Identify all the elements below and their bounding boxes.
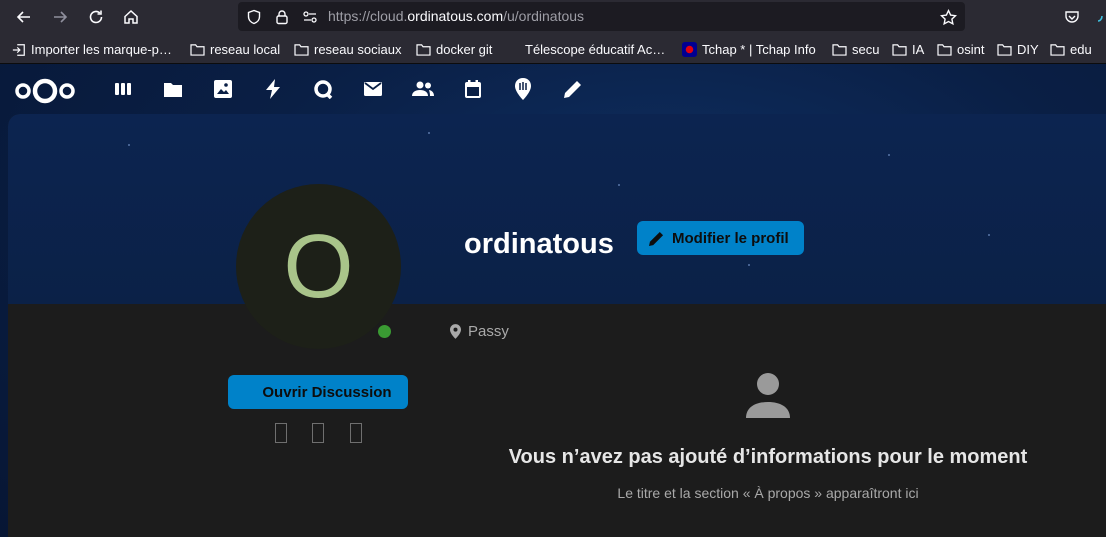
- url-path: /u/ordinatous: [503, 8, 585, 24]
- url-bar[interactable]: https://cloud.ordinatous.com/u/ordinatou…: [238, 2, 965, 31]
- bookmark-label: secu: [852, 42, 880, 57]
- profile-action-1[interactable]: [275, 423, 287, 443]
- avatar: O: [236, 184, 401, 349]
- bookmark-folder-ia[interactable]: IA: [892, 41, 924, 58]
- folder-icon: [892, 44, 907, 56]
- bookmark-label: Importer les marque-p…: [31, 42, 172, 57]
- reload-icon: [89, 10, 103, 24]
- nextcloud-logo-icon: [15, 78, 75, 104]
- talk-icon[interactable]: [312, 78, 334, 100]
- nextcloud-logo[interactable]: [14, 78, 76, 109]
- lock-icon[interactable]: [272, 7, 292, 27]
- bookmark-folder-secu[interactable]: secu: [832, 41, 879, 58]
- maps-icon[interactable]: [512, 78, 534, 100]
- location-text: Passy: [468, 323, 509, 340]
- notes-icon[interactable]: [562, 78, 584, 100]
- folder-icon: [997, 44, 1012, 56]
- shield-icon[interactable]: [244, 7, 264, 27]
- profile-body: [8, 304, 1106, 537]
- folder-icon: [937, 44, 952, 56]
- extension-button[interactable]: [1090, 5, 1106, 29]
- calendar-icon[interactable]: [462, 78, 484, 100]
- url-text[interactable]: https://cloud.ordinatous.com/u/ordinatou…: [328, 8, 584, 24]
- bookmark-star-icon[interactable]: [938, 7, 958, 27]
- bookmark-folder-docker-git[interactable]: docker git: [416, 41, 492, 58]
- bookmark-label: DIY: [1017, 42, 1039, 57]
- star: [428, 132, 430, 134]
- dashboard-icon[interactable]: [112, 78, 134, 100]
- back-button[interactable]: [12, 5, 36, 29]
- star: [988, 234, 990, 236]
- bookmark-tchap[interactable]: Tchap * | Tchap Info: [682, 41, 816, 58]
- bookmark-label: reseau sociaux: [314, 42, 402, 57]
- bookmark-folder-reseau-local[interactable]: reseau local: [190, 41, 280, 58]
- reload-button[interactable]: [84, 5, 108, 29]
- folder-icon: [190, 44, 205, 56]
- avatar-letter: O: [283, 216, 354, 317]
- profile-action-3[interactable]: [350, 423, 362, 443]
- import-icon: [12, 43, 25, 56]
- bookmark-label: Télescope éducatif Ac…: [525, 42, 666, 57]
- bookmark-label: IA: [912, 42, 925, 57]
- profile-banner: [8, 114, 1106, 304]
- forward-button[interactable]: [48, 5, 72, 29]
- url-prefix: https://cloud.: [328, 8, 408, 24]
- edit-profile-label: Modifier le profil: [672, 229, 789, 247]
- star: [888, 154, 890, 156]
- profile-username: ordinatous: [464, 228, 614, 260]
- permissions-icon[interactable]: [300, 7, 320, 27]
- tchap-icon: [682, 42, 697, 57]
- activity-icon[interactable]: [262, 78, 284, 100]
- pocket-icon: [1065, 11, 1079, 23]
- star: [748, 264, 750, 266]
- bookmark-label: edu: [1070, 42, 1092, 57]
- folder-icon: [416, 44, 431, 56]
- forward-arrow-icon: [54, 11, 68, 23]
- pocket-button[interactable]: [1060, 5, 1084, 29]
- open-chat-label: Ouvrir Discussion: [262, 383, 392, 401]
- profile-panel: [8, 114, 1106, 537]
- edit-profile-button[interactable]: Modifier le profil: [637, 221, 804, 255]
- empty-state-title: Vous n’avez pas ajouté d’informations po…: [508, 446, 1028, 468]
- open-chat-button[interactable]: Ouvrir Discussion: [228, 375, 408, 409]
- bookmark-folder-reseau-sociaux[interactable]: reseau sociaux: [294, 41, 401, 58]
- back-arrow-icon: [16, 11, 30, 23]
- bookmarks-bar: Importer les marque-p… reseau local rese…: [0, 34, 1106, 64]
- home-icon: [124, 9, 138, 24]
- bookmark-label: reseau local: [210, 42, 281, 57]
- folder-icon: [294, 44, 309, 56]
- empty-state-description: Le titre et la section « À propos » appa…: [617, 485, 919, 501]
- profile-location: Passy: [450, 323, 509, 340]
- home-button[interactable]: [119, 5, 143, 29]
- extension-icon: [1097, 15, 1103, 22]
- profile-action-2[interactable]: [312, 423, 324, 443]
- star: [618, 184, 620, 186]
- star: [128, 144, 130, 146]
- bookmark-import[interactable]: Importer les marque-p…: [12, 41, 172, 58]
- bookmark-folder-osint[interactable]: osint: [937, 41, 984, 58]
- browser-toolbar: https://cloud.ordinatous.com/u/ordinatou…: [0, 0, 1106, 34]
- pencil-icon: [649, 231, 664, 246]
- status-online-indicator: [376, 323, 393, 340]
- folder-icon: [1050, 44, 1065, 56]
- bookmark-folder-diy[interactable]: DIY: [997, 41, 1039, 58]
- files-icon[interactable]: [162, 78, 184, 100]
- bookmark-label: docker git: [436, 42, 493, 57]
- bookmark-folder-edu[interactable]: edu: [1050, 41, 1092, 58]
- bookmark-label: Tchap * | Tchap Info: [702, 42, 816, 57]
- map-marker-icon: [450, 324, 461, 339]
- folder-icon: [832, 44, 847, 56]
- mail-icon[interactable]: [362, 78, 384, 100]
- contacts-icon[interactable]: [412, 78, 434, 100]
- photos-icon[interactable]: [212, 78, 234, 100]
- bookmark-telescope[interactable]: Télescope éducatif Ac…: [525, 41, 665, 58]
- url-domain: ordinatous.com: [407, 8, 504, 24]
- bookmark-label: osint: [957, 42, 985, 57]
- empty-profile-icon: [744, 372, 792, 423]
